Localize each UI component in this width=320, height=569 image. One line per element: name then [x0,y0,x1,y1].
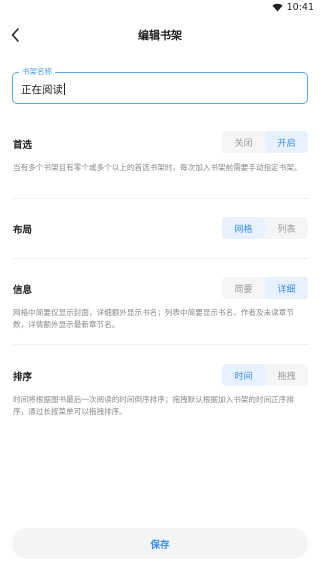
app-bar: 编辑书架 [0,18,320,52]
info-title: 信息 [13,285,33,296]
sort-description: 时间将根据图书最后一次阅读的时间倒序排序；拖拽默认根据加入书架的时间正序排序，通… [13,395,294,416]
sort-title: 排序 [13,372,33,383]
info-option-detailed[interactable]: 详细 [265,277,308,299]
text-caret [64,83,65,95]
layout-option-list[interactable]: 列表 [265,217,308,239]
layout-option-grid[interactable]: 网格 [222,217,265,239]
divider [13,258,309,259]
preferred-toggle[interactable]: 关闭 开启 [222,131,308,153]
status-bar: 10:41 [0,0,320,16]
sort-option-drag[interactable]: 拖拽 [265,364,308,386]
page-title: 编辑书架 [138,29,182,42]
shelf-name-value: 正在阅读 [21,84,63,96]
preferred-option-on[interactable]: 开启 [265,131,308,153]
preferred-title: 首选 [13,140,33,151]
shelf-name-field[interactable]: 书架名称 正在阅读 [12,67,308,104]
wifi-icon [272,3,283,12]
preferred-description: 当有多个书架且有零个或多个以上的首选书架时，每次加入书架前需要手动指定书架。 [13,163,302,172]
info-description: 网格中简要仅显示封面，详细额外显示书名；列表中简要显示书名、作者及未读章节数，详… [13,308,294,329]
status-time: 10:41 [286,2,314,13]
divider [13,198,309,199]
divider [13,344,309,345]
layout-toggle[interactable]: 网格 列表 [222,217,308,239]
layout-title: 布局 [13,225,33,236]
preferred-option-off[interactable]: 关闭 [222,131,265,153]
shelf-name-input[interactable]: 正在阅读 [21,82,65,97]
sort-toggle[interactable]: 时间 拖拽 [222,364,308,386]
sort-option-time[interactable]: 时间 [222,364,265,386]
shelf-name-label: 书架名称 [19,67,55,77]
info-toggle[interactable]: 简要 详细 [222,277,308,299]
info-option-brief[interactable]: 简要 [222,277,265,299]
save-button[interactable]: 保存 [12,528,308,559]
